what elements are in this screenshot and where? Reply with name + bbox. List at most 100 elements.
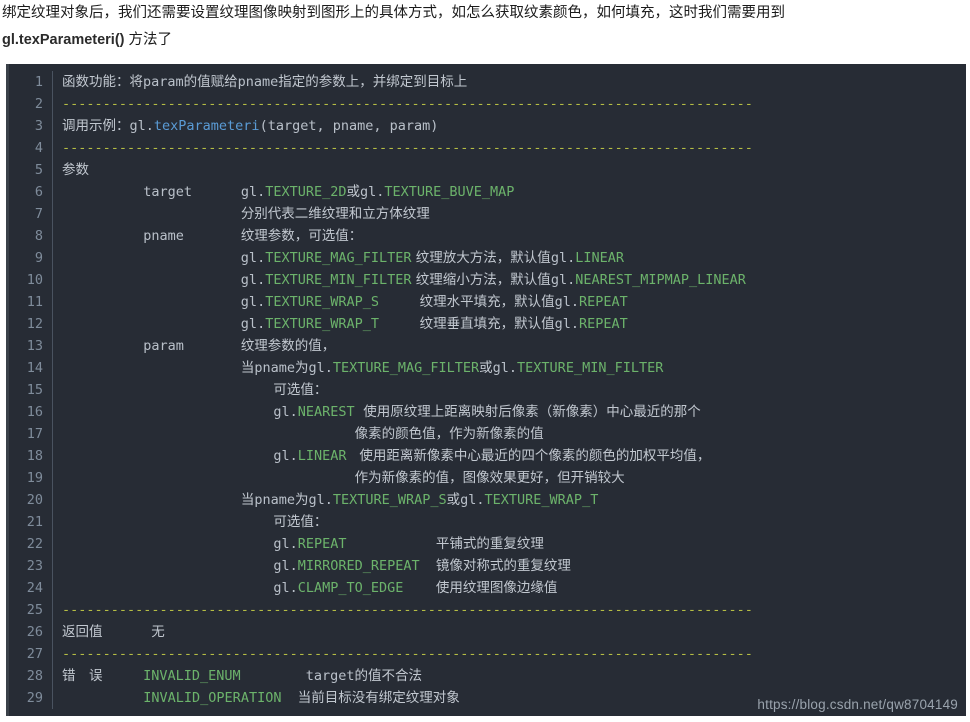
code-line: 11 gl.TEXTURE_WRAP_S 纹理水平填充，默认值gl.REPEAT [9, 291, 966, 313]
line-number: 17 [9, 423, 53, 445]
code-token-const: REPEAT [579, 294, 628, 310]
code-token-cjk: 纹理水平填充，默认值 [419, 294, 555, 310]
code-line-text: 参数 [53, 159, 89, 181]
code-line-text: 可选值： [53, 511, 327, 533]
line-number: 12 [9, 313, 53, 335]
code-token-plain: (target, pname, param) [259, 118, 439, 134]
code-token-plain: param [143, 74, 184, 90]
code-token-plain: gl. [62, 536, 298, 552]
intro-line-1: 绑定纹理对象后，我们还需要设置纹理图像映射到图形上的具体方式，如怎么获取纹素颜色… [2, 5, 785, 21]
code-token-const: TEXTURE_MIN_FILTER [517, 360, 664, 376]
code-token-plain: gl. [62, 294, 266, 310]
code-line-text: pname 纹理参数，可选值： [53, 225, 362, 247]
code-token-plain: gl. [492, 360, 518, 376]
code-token-plain: gl. [359, 184, 385, 200]
code-token-const: TEXTURE_MAG_FILTER [332, 360, 480, 376]
code-token-const: REPEAT [297, 536, 347, 552]
code-line-text: 错 误 INVALID_ENUM target的值不合法 [53, 665, 422, 687]
code-token-const: CLAMP_TO_EDGE [297, 580, 404, 596]
line-number: 1 [9, 71, 53, 93]
code-block: 1 函数功能：将param的值赋给pname指定的参数上，并绑定到目标上 2 ----… [6, 64, 966, 716]
code-line: 26 返回值 无 [9, 621, 966, 643]
code-token-plain: gl. [62, 250, 266, 266]
code-token-plain: pname [62, 228, 241, 244]
code-line-text: gl.TEXTURE_WRAP_S 纹理水平填充，默认值gl.REPEAT [53, 291, 628, 313]
code-token-cjk: 当 [240, 360, 255, 376]
line-number: 29 [9, 687, 53, 709]
code-token-plain: gl. [62, 580, 298, 596]
code-token-const: TEXTURE_2D [265, 184, 347, 200]
code-token-const: TEXTURE_BUVE_MAP [384, 184, 515, 200]
code-token-const: TEXTURE_MAG_FILTER [265, 250, 412, 266]
code-line: 10 gl.TEXTURE_MIN_FILTER 纹理缩小方法，默认值gl.NE… [9, 269, 966, 291]
code-token-cjk: 平铺式的重复纹理 [435, 536, 544, 552]
code-line: 24 gl.CLAMP_TO_EDGE 使用纹理图像边缘值 [9, 577, 966, 599]
code-line-text: 调用示例：gl.texParameteri(target, pname, par… [53, 115, 438, 137]
code-line: 16 gl.NEAREST 使用原纹理上距离映射后像素（新像素）中心最近的那个 [9, 401, 966, 423]
code-token-plain: gl. [62, 272, 266, 288]
line-number: 19 [9, 467, 53, 489]
code-line: 4 ---------------------------------------… [9, 137, 966, 159]
code-token-cjk: 纹理垂直填充，默认值 [419, 316, 555, 332]
code-token-dash: ----------------------------------------… [62, 602, 753, 618]
code-line-text: gl.REPEAT 平铺式的重复纹理 [53, 533, 544, 555]
code-line: 14 当pname为gl.TEXTURE_MAG_FILTER或gl.TEXTU… [9, 357, 966, 379]
intro-line-2: gl.texParameteri() 方法了 [2, 27, 968, 54]
code-token-cjk: 可选值： [273, 514, 328, 530]
code-line-text: param 纹理参数的值， [53, 335, 335, 357]
code-lines-container: 1 函数功能：将param的值赋给pname指定的参数上，并绑定到目标上 2 ----… [9, 64, 966, 709]
line-number: 13 [9, 335, 53, 357]
line-number: 15 [9, 379, 53, 401]
code-token-const: TEXTURE_MIN_FILTER [265, 272, 412, 288]
code-line: 20 当pname为gl.TEXTURE_WRAP_S或gl.TEXTURE_W… [9, 489, 966, 511]
code-token-cjk: 纹理放大方法，默认值 [411, 250, 551, 266]
line-number: 22 [9, 533, 53, 555]
code-line-text: gl.TEXTURE_WRAP_T 纹理垂直填充，默认值gl.REPEAT [53, 313, 628, 335]
intro-inline-code: gl.texParameteri() [2, 32, 125, 48]
line-number: 26 [9, 621, 53, 643]
code-line: 18 gl.LINEAR 使用距离新像素中心最近的四个像素的颜色的加权平均值， [9, 445, 966, 467]
line-number: 28 [9, 665, 53, 687]
code-token-const: TEXTURE_WRAP_T [265, 316, 379, 332]
line-number: 16 [9, 401, 53, 423]
code-token-cjk: 函数功能：将 [62, 74, 143, 90]
code-line: 5 参数 [9, 159, 966, 181]
code-token-dash: ----------------------------------------… [62, 646, 753, 662]
code-line-text: gl.LINEAR 使用距离新像素中心最近的四个像素的颜色的加权平均值， [53, 445, 710, 467]
code-line-text: gl.MIRRORED_REPEAT 镜像对称式的重复纹理 [53, 555, 571, 577]
intro-paragraph: 绑定纹理对象后，我们还需要设置纹理图像映射到图形上的具体方式，如怎么获取纹素颜色… [0, 0, 970, 54]
code-token-const: REPEAT [579, 316, 628, 332]
line-number: 6 [9, 181, 53, 203]
code-line-text: 像素的颜色值，作为新像素的值 [53, 423, 544, 445]
code-line: 17 像素的颜色值，作为新像素的值 [9, 423, 966, 445]
code-token-cjk: 使用纹理图像边缘值 [435, 580, 558, 596]
code-line: 1 函数功能：将param的值赋给pname指定的参数上，并绑定到目标上 [9, 71, 966, 93]
code-line: 25 --------------------------------------… [9, 599, 966, 621]
code-token-cjk: 或 [446, 492, 461, 508]
code-token-cjk: 使用原纹理上距离映射后像素（新像素）中心最近的那个 [354, 404, 701, 420]
line-number: 18 [9, 445, 53, 467]
code-token-const: NEAREST_MIPMAP_LINEAR [575, 272, 746, 288]
line-number: 5 [9, 159, 53, 181]
code-line: 12 gl.TEXTURE_WRAP_T 纹理垂直填充，默认值gl.REPEAT [9, 313, 966, 335]
code-token-cjk: 或 [346, 184, 360, 200]
code-token-plain: gl. [460, 492, 485, 508]
code-token-cjk: 参数 [62, 162, 89, 178]
code-line: 9 gl.TEXTURE_MAG_FILTER 纹理放大方法，默认值gl.LIN… [9, 247, 966, 269]
code-line-text: ----------------------------------------… [53, 599, 753, 621]
code-token-cjk: 纹理参数，可选值： [240, 228, 363, 244]
code-token-dash: ----------------------------------------… [62, 96, 753, 112]
code-token-plain: gl. [308, 360, 333, 376]
code-token-const: TEXTURE_WRAP_T [484, 492, 599, 508]
code-token-const: LINEAR [297, 448, 347, 464]
line-number: 3 [9, 115, 53, 137]
code-line-text: gl.TEXTURE_MIN_FILTER 纹理缩小方法，默认值gl.NEARE… [53, 269, 746, 291]
